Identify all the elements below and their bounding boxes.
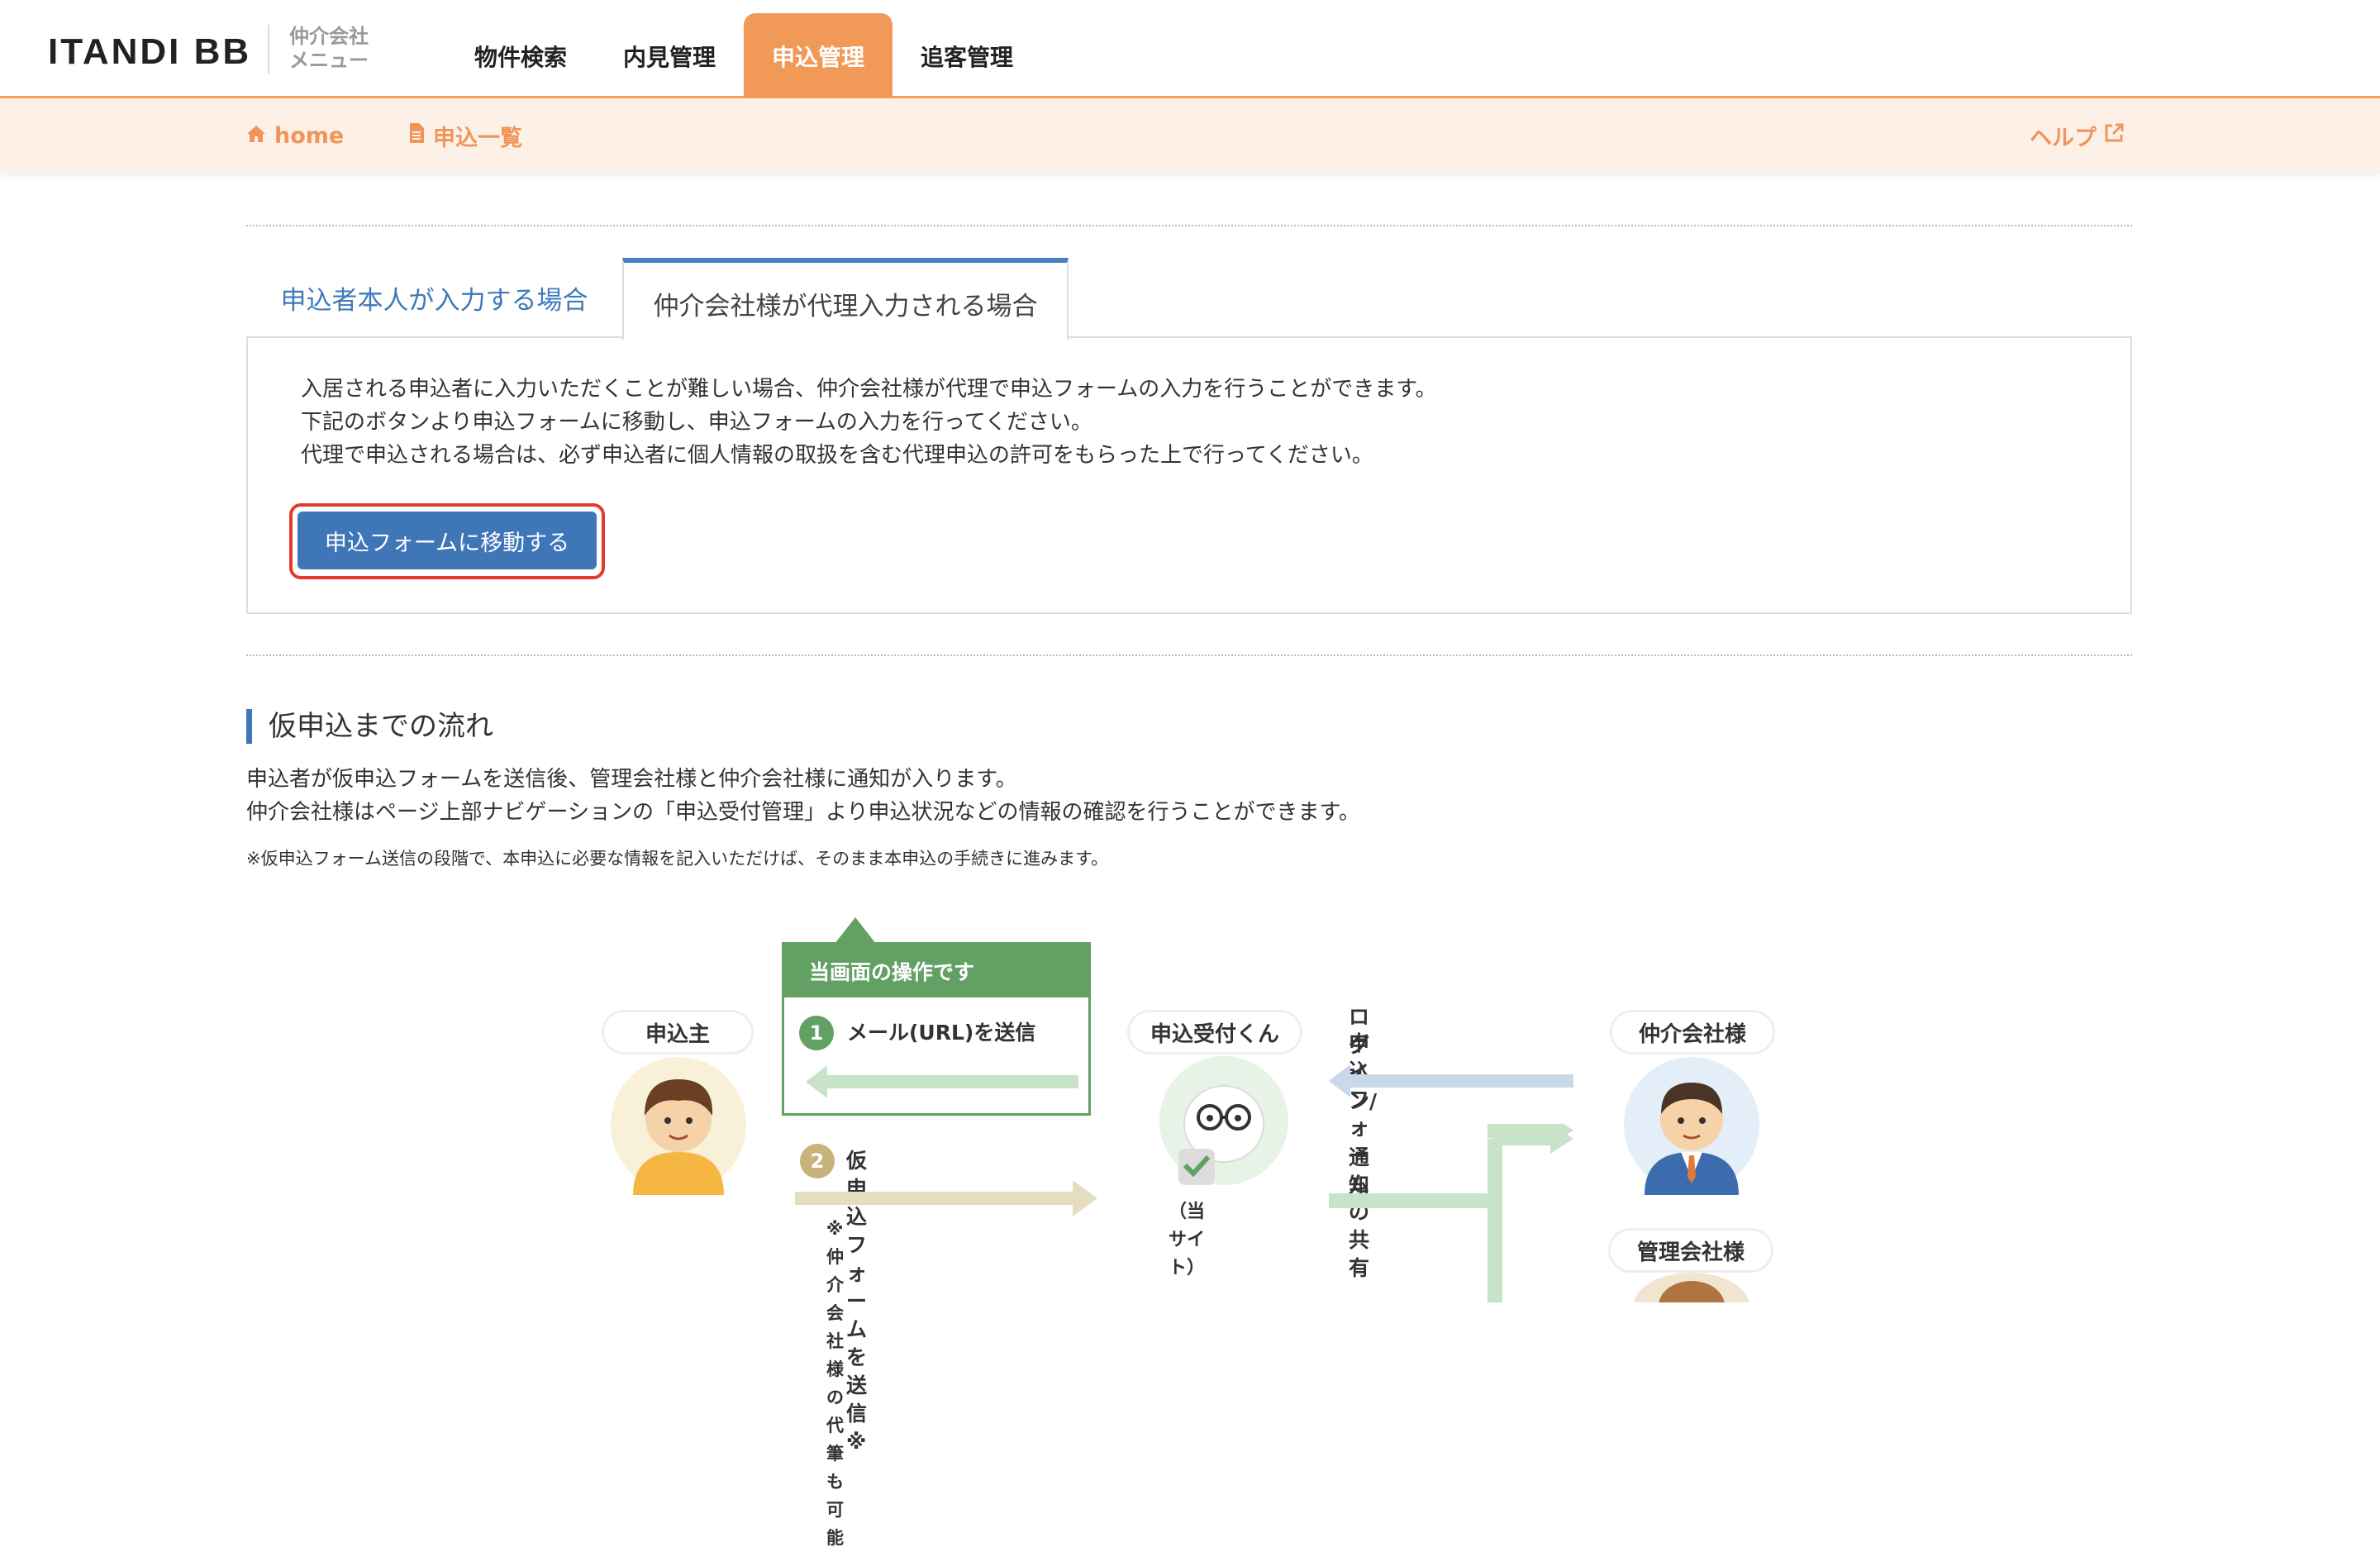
login-share-arrow <box>1329 1064 1573 1097</box>
main-nav: 物件検索 内見管理 申込管理 追客管理 <box>446 13 1041 98</box>
itandi-logo[interactable]: ITANDI BB <box>48 31 251 73</box>
logo-sub-line2: メニュー <box>289 49 369 72</box>
nav-viewing-management[interactable]: 内見管理 <box>595 13 744 98</box>
manager-label: 管理会社様 <box>1608 1228 1773 1273</box>
step1-number-badge: 1 <box>799 1016 834 1050</box>
flow-description-line2: 仲介会社様はページ上部ナビゲーションの「申込受付管理」より申込状況などの情報の確… <box>246 800 1360 825</box>
panel-text-line1: 入居される申込者に入力いただくことが難しい場合、仲介会社様が代理で申込フォームの… <box>301 377 1437 402</box>
broker-avatar-icon <box>1624 1057 1759 1195</box>
nav-property-search[interactable]: 物件検索 <box>446 13 595 98</box>
applicant-avatar-icon <box>611 1057 746 1195</box>
section-divider-middle <box>246 655 2132 656</box>
tab-self-input[interactable]: 申込者本人が入力する場合 <box>246 258 622 338</box>
input-mode-tabs: 申込者本人が入力する場合 仲介会社様が代理入力される場合 <box>246 258 2132 340</box>
logo-sub-line1: 仲介会社 <box>289 25 369 48</box>
step1-label: メール(URL)を送信 <box>847 1021 1036 1045</box>
breadcrumb-home-label: home <box>274 123 345 149</box>
step2-arrow <box>795 1180 1097 1216</box>
breadcrumb-home[interactable]: home <box>246 98 344 174</box>
section-divider-top <box>246 225 2132 226</box>
notify-arrows <box>1329 1124 1573 1302</box>
nav-application-management[interactable]: 申込管理 <box>744 13 893 98</box>
help-label: ヘルプ <box>2030 126 2097 151</box>
external-link-icon <box>2103 122 2125 150</box>
operation-box-header: 当画面の操作です <box>784 945 1088 997</box>
panel-text-line3: 代理で申込される場合は、必ず申込者に個人情報の取扱を含む代理申込の許可をもらった… <box>301 443 1373 468</box>
breadcrumb-bar: home 申込一覧 ヘルプ <box>0 98 2380 174</box>
step2-note: ※仲介会社様の代筆も可能 <box>826 1219 844 1548</box>
document-icon <box>408 122 425 150</box>
applicant-label: 申込主 <box>602 1010 754 1055</box>
home-icon <box>246 124 266 149</box>
help-link[interactable]: ヘルプ <box>2030 98 2125 174</box>
tab-agent-input[interactable]: 仲介会社様が代理入力される場合 <box>622 258 1069 340</box>
panel-text-line2: 下記のボタンより申込フォームに移動し、申込フォームの入力を行ってください。 <box>301 410 1092 435</box>
current-screen-operation-box: 当画面の操作です 1 メール(URL)を送信 <box>782 942 1091 1116</box>
pointer-triangle <box>835 917 876 944</box>
receiver-label: 申込受付くん <box>1127 1010 1302 1055</box>
receiver-sub-label: （当サイト） <box>1169 1202 1206 1278</box>
agent-input-panel: 入居される申込者に入力いただくことが難しい場合、仲介会社様が代理で申込フォームの… <box>246 336 2132 614</box>
flow-note: ※仮申込フォーム送信の段階で、本申込に必要な情報を記入いただけば、そのまま本申込… <box>246 849 1109 869</box>
logo-divider <box>268 25 269 74</box>
top-header: ITANDI BB 仲介会社 メニュー 物件検索 内見管理 申込管理 追客管理 <box>0 0 2380 98</box>
flow-section-title: 仮申込までの流れ <box>246 709 493 744</box>
breadcrumb-application-list[interactable]: 申込一覧 <box>408 98 522 174</box>
step2-number-badge: 2 <box>800 1144 835 1178</box>
nav-followup-management[interactable]: 追客管理 <box>892 13 1041 98</box>
step1-arrow <box>806 1065 1078 1098</box>
broker-label: 仲介会社様 <box>1610 1010 1775 1055</box>
receiver-mascot-icon <box>1159 1056 1288 1185</box>
go-to-application-form-button[interactable]: 申込フォームに移動する <box>298 512 597 569</box>
flow-description-line1: 申込者が仮申込フォームを送信後、管理会社様と仲介会社様に通知が入ります。 <box>246 767 1017 792</box>
manager-avatar-icon <box>1634 1273 1749 1302</box>
broker-menu-label: 仲介会社 メニュー <box>289 25 369 73</box>
breadcrumb-list-label: 申込一覧 <box>433 126 522 151</box>
